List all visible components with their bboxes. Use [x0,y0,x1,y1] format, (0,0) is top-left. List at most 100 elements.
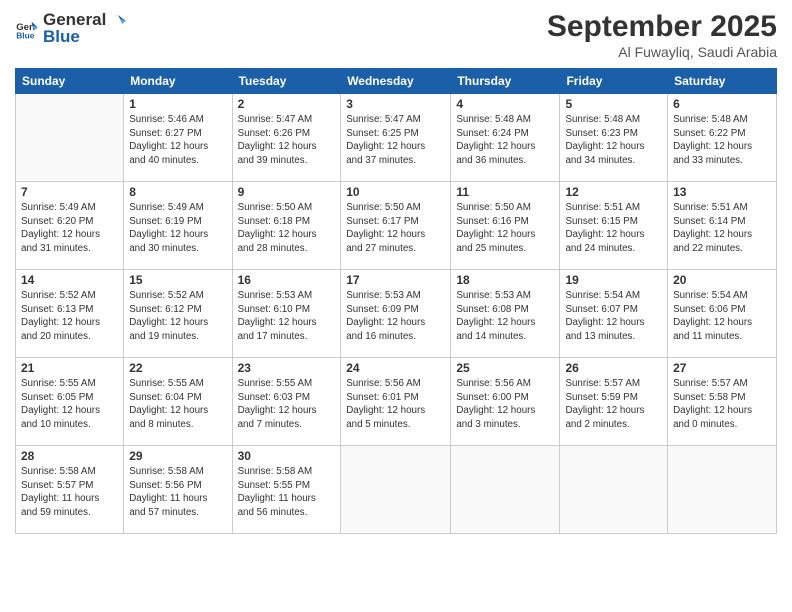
calendar-cell: 25Sunrise: 5:56 AM Sunset: 6:00 PM Dayli… [451,358,560,446]
calendar-cell [668,446,777,534]
logo-icon: Gen Blue [15,17,39,41]
day-info: Sunrise: 5:46 AM Sunset: 6:27 PM Dayligh… [129,113,226,168]
calendar-cell: 19Sunrise: 5:54 AM Sunset: 6:07 PM Dayli… [560,270,668,358]
day-info: Sunrise: 5:48 AM Sunset: 6:24 PM Dayligh… [456,113,554,168]
day-info: Sunrise: 5:54 AM Sunset: 6:07 PM Dayligh… [565,289,662,344]
calendar-cell: 17 Sunrise: 5:53 AM Sunset: 6:09 PM Dayli… [341,270,451,358]
day-info: Sunrise: 5:56 AM Sunset: 6:00 PM Dayligh… [456,377,554,432]
calendar-week-row-3: 14 Sunrise: 5:52 AM Sunset: 6:13 PM Dayli… [16,270,777,358]
calendar-cell [16,94,124,182]
day-info: Sunrise: 5:55 AM Sunset: 6:04 PM Dayligh… [129,377,226,432]
calendar-cell: 8Sunrise: 5:49 AM Sunset: 6:19 PM Daylig… [124,182,232,270]
day-info: Sunrise: 5:53 AM Sunset: 6:10 PM Dayligh… [238,289,336,344]
calendar-week-row-5: 28 Sunrise: 5:58 AM Sunset: 5:57 PM Dayli… [16,446,777,534]
day-number: 27 [673,361,771,375]
calendar-cell: 9 Sunrise: 5:50 AM Sunset: 6:18 PM Daylig… [232,182,341,270]
title-block: September 2025 Al Fuwayliq, Saudi Arabia [547,10,777,60]
svg-text:Blue: Blue [16,30,35,40]
day-info: Sunrise: 5:54 AM Sunset: 6:06 PM Dayligh… [673,289,771,344]
calendar-cell: 1 Sunrise: 5:46 AM Sunset: 6:27 PM Daylig… [124,94,232,182]
day-number: 4 [456,97,554,111]
day-info: Sunrise: 5:52 AM Sunset: 6:13 PM Dayligh… [21,289,118,344]
calendar-cell: 18Sunrise: 5:53 AM Sunset: 6:08 PM Dayli… [451,270,560,358]
day-number: 16 [238,273,336,287]
calendar-cell: 21Sunrise: 5:55 AM Sunset: 6:05 PM Dayli… [16,358,124,446]
day-number: 23 [238,361,336,375]
day-info: Sunrise: 5:51 AM Sunset: 6:15 PM Dayligh… [565,201,662,256]
header-friday: Friday [560,69,668,94]
day-info: Sunrise: 5:48 AM Sunset: 6:22 PM Dayligh… [673,113,771,168]
day-info: Sunrise: 5:57 AM Sunset: 5:58 PM Dayligh… [673,377,771,432]
calendar-cell: 7 Sunrise: 5:49 AM Sunset: 6:20 PM Daylig… [16,182,124,270]
calendar-week-row-4: 21Sunrise: 5:55 AM Sunset: 6:05 PM Dayli… [16,358,777,446]
day-number: 1 [129,97,226,111]
day-number: 18 [456,273,554,287]
calendar-cell: 11 Sunrise: 5:50 AM Sunset: 6:16 PM Dayli… [451,182,560,270]
day-number: 12 [565,185,662,199]
day-number: 7 [21,185,118,199]
day-info: Sunrise: 5:50 AM Sunset: 6:17 PM Dayligh… [346,201,445,256]
day-number: 6 [673,97,771,111]
calendar-cell: 12 Sunrise: 5:51 AM Sunset: 6:15 PM Dayli… [560,182,668,270]
calendar-cell: 10Sunrise: 5:50 AM Sunset: 6:17 PM Dayli… [341,182,451,270]
calendar-cell [341,446,451,534]
day-info: Sunrise: 5:49 AM Sunset: 6:20 PM Dayligh… [21,201,118,256]
day-info: Sunrise: 5:47 AM Sunset: 6:25 PM Dayligh… [346,113,445,168]
day-number: 26 [565,361,662,375]
day-number: 9 [238,185,336,199]
header-tuesday: Tuesday [232,69,341,94]
day-info: Sunrise: 5:57 AM Sunset: 5:59 PM Dayligh… [565,377,662,432]
page-header: Gen Blue General Blue September 2025 Al … [15,10,777,60]
day-info: Sunrise: 5:48 AM Sunset: 6:23 PM Dayligh… [565,113,662,168]
calendar-cell: 23Sunrise: 5:55 AM Sunset: 6:03 PM Dayli… [232,358,341,446]
day-number: 28 [21,449,118,463]
calendar-cell: 22 Sunrise: 5:55 AM Sunset: 6:04 PM Dayli… [124,358,232,446]
calendar-cell [560,446,668,534]
calendar-cell: 16 Sunrise: 5:53 AM Sunset: 6:10 PM Dayli… [232,270,341,358]
day-number: 11 [456,185,554,199]
calendar-cell: 5 Sunrise: 5:48 AM Sunset: 6:23 PM Daylig… [560,94,668,182]
header-monday: Monday [124,69,232,94]
calendar-cell: 3 Sunrise: 5:47 AM Sunset: 6:25 PM Daylig… [341,94,451,182]
header-sunday: Sunday [16,69,124,94]
month-title: September 2025 [547,10,777,44]
day-number: 30 [238,449,336,463]
day-info: Sunrise: 5:50 AM Sunset: 6:18 PM Dayligh… [238,201,336,256]
calendar-cell: 20 Sunrise: 5:54 AM Sunset: 6:06 PM Dayli… [668,270,777,358]
calendar-week-row-2: 7 Sunrise: 5:49 AM Sunset: 6:20 PM Daylig… [16,182,777,270]
day-number: 20 [673,273,771,287]
day-info: Sunrise: 5:56 AM Sunset: 6:01 PM Dayligh… [346,377,445,432]
calendar-cell: 24Sunrise: 5:56 AM Sunset: 6:01 PM Dayli… [341,358,451,446]
day-number: 29 [129,449,226,463]
day-info: Sunrise: 5:50 AM Sunset: 6:16 PM Dayligh… [456,201,554,256]
calendar-header-row: Sunday Monday Tuesday Wednesday Thursday… [16,69,777,94]
day-number: 22 [129,361,226,375]
day-info: Sunrise: 5:58 AM Sunset: 5:57 PM Dayligh… [21,465,118,520]
day-number: 17 [346,273,445,287]
header-thursday: Thursday [451,69,560,94]
calendar-cell: 13 Sunrise: 5:51 AM Sunset: 6:14 PM Dayli… [668,182,777,270]
day-number: 15 [129,273,226,287]
day-number: 13 [673,185,771,199]
header-saturday: Saturday [668,69,777,94]
calendar-cell: 28 Sunrise: 5:58 AM Sunset: 5:57 PM Dayli… [16,446,124,534]
logo: Gen Blue General Blue [15,10,126,47]
day-number: 5 [565,97,662,111]
day-info: Sunrise: 5:49 AM Sunset: 6:19 PM Dayligh… [129,201,226,256]
day-info: Sunrise: 5:58 AM Sunset: 5:56 PM Dayligh… [129,465,226,520]
calendar-cell: 29 Sunrise: 5:58 AM Sunset: 5:56 PM Dayli… [124,446,232,534]
day-number: 14 [21,273,118,287]
header-wednesday: Wednesday [341,69,451,94]
calendar-cell: 27 Sunrise: 5:57 AM Sunset: 5:58 PM Dayli… [668,358,777,446]
day-info: Sunrise: 5:52 AM Sunset: 6:12 PM Dayligh… [129,289,226,344]
day-info: Sunrise: 5:51 AM Sunset: 6:14 PM Dayligh… [673,201,771,256]
day-info: Sunrise: 5:47 AM Sunset: 6:26 PM Dayligh… [238,113,336,168]
calendar-cell: 26 Sunrise: 5:57 AM Sunset: 5:59 PM Dayli… [560,358,668,446]
day-info: Sunrise: 5:53 AM Sunset: 6:09 PM Dayligh… [346,289,445,344]
calendar-cell: 15 Sunrise: 5:52 AM Sunset: 6:12 PM Dayli… [124,270,232,358]
day-number: 3 [346,97,445,111]
logo-bird-icon [106,11,126,31]
calendar-cell [451,446,560,534]
calendar-cell: 2Sunrise: 5:47 AM Sunset: 6:26 PM Daylig… [232,94,341,182]
location-title: Al Fuwayliq, Saudi Arabia [547,44,777,60]
